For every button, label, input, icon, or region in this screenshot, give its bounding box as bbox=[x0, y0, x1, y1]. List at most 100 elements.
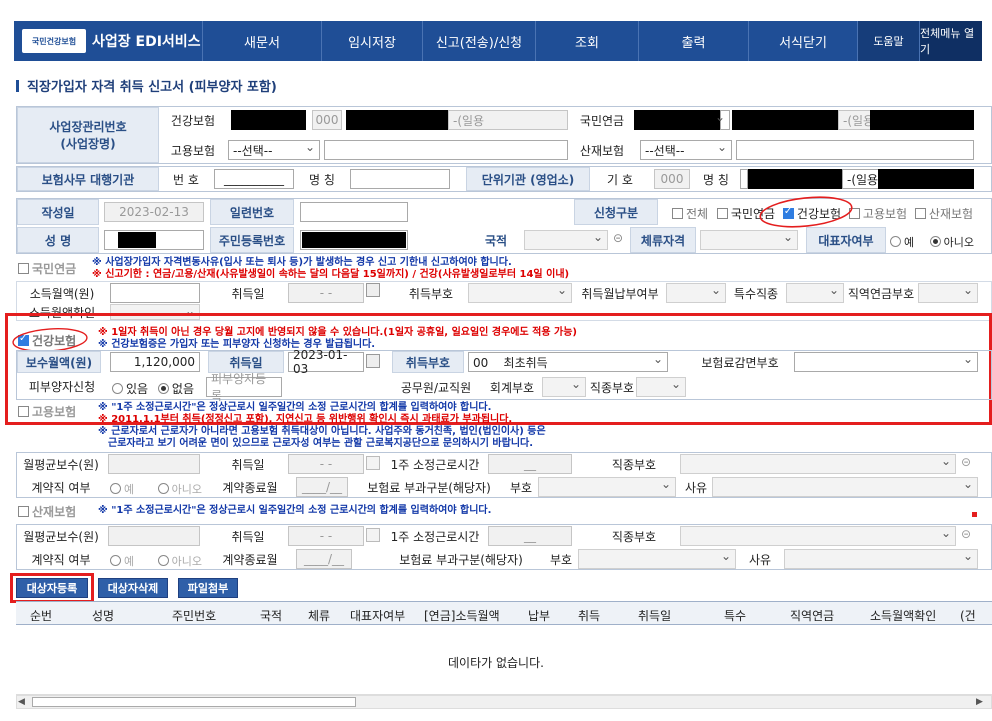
redacted-block bbox=[732, 110, 838, 130]
rep-yes-radio[interactable]: 예 bbox=[890, 236, 914, 249]
health-acq-date-input[interactable]: 2023-01-03 bbox=[288, 348, 364, 376]
employment-job-select[interactable] bbox=[680, 454, 956, 474]
accident-label: 산재보험 bbox=[579, 143, 625, 158]
accident-name-input[interactable] bbox=[736, 140, 974, 160]
all-menu-button[interactable]: 전체메뉴 열기 bbox=[919, 21, 982, 61]
col-nation[interactable]: 국적 bbox=[260, 607, 282, 624]
pension-occ-select[interactable] bbox=[918, 283, 978, 303]
col-rep[interactable]: 대표자여부 bbox=[350, 607, 405, 624]
employment-wage-input[interactable] bbox=[108, 454, 200, 474]
serial-input[interactable] bbox=[300, 202, 408, 222]
menu-submit[interactable]: 신고(전송)/신청 bbox=[422, 21, 535, 61]
col-confirm[interactable]: 소득월액확인 bbox=[870, 607, 936, 624]
unit-name-input[interactable] bbox=[740, 169, 748, 189]
menu-inquiry[interactable]: 조회 bbox=[535, 21, 638, 61]
accident-reason-select[interactable] bbox=[784, 549, 978, 569]
accident-job-select[interactable] bbox=[680, 526, 956, 546]
accident-select[interactable]: --선택-- bbox=[640, 140, 732, 160]
apply-all-checkbox[interactable]: 전체 bbox=[672, 207, 708, 221]
search-icon[interactable]: ⊝ bbox=[961, 527, 971, 541]
agency-num-input[interactable]: __________ bbox=[214, 169, 294, 189]
menu-temp-save[interactable]: 임시저장 bbox=[321, 21, 422, 61]
accident-contract-yes-radio[interactable]: 예 bbox=[110, 555, 134, 568]
col-occ[interactable]: 직역연금 bbox=[790, 607, 834, 624]
employment-code-select[interactable] bbox=[538, 477, 676, 497]
nation-select[interactable] bbox=[524, 230, 608, 250]
col-acq[interactable]: 취득 bbox=[578, 607, 600, 624]
health-num-input[interactable]: 000 bbox=[312, 110, 342, 130]
accident-end-input[interactable]: ____/__ bbox=[296, 549, 352, 569]
col-income[interactable]: [연금]소득월액 bbox=[424, 607, 500, 624]
delete-target-button[interactable]: 대상자삭제 bbox=[98, 578, 168, 598]
accident-acq-date-input[interactable]: - - bbox=[288, 526, 364, 546]
accident-section-header[interactable]: 산재보험 bbox=[18, 503, 76, 519]
redacted-block bbox=[346, 110, 448, 130]
rep-radios: 예 아니오 bbox=[890, 234, 974, 250]
scroll-right-icon[interactable]: ▶ bbox=[976, 697, 983, 707]
dependent-yes-radio[interactable]: 있음 bbox=[112, 382, 148, 396]
employment-end-input[interactable]: ____/__ bbox=[296, 477, 348, 497]
employment-section-header[interactable]: 고용보험 bbox=[18, 403, 76, 419]
pension-special-select[interactable] bbox=[786, 283, 844, 303]
col-health[interactable]: (건 bbox=[960, 607, 976, 624]
checkbox-icon bbox=[716, 208, 728, 219]
menu-close-form[interactable]: 서식닫기 bbox=[748, 21, 857, 61]
health-account-select[interactable] bbox=[542, 377, 586, 397]
calendar-icon[interactable] bbox=[366, 283, 380, 297]
calendar-icon[interactable] bbox=[366, 354, 380, 368]
col-stay[interactable]: 체류 bbox=[308, 607, 330, 624]
employment-select[interactable]: --선택-- bbox=[228, 140, 320, 160]
pension-pay-select[interactable] bbox=[666, 283, 726, 303]
scroll-left-icon[interactable]: ◀ bbox=[18, 697, 25, 707]
col-seq[interactable]: 순번 bbox=[30, 607, 52, 624]
apply-accident-checkbox[interactable]: 산재보험 bbox=[914, 207, 973, 221]
health-pay-input[interactable]: 1,120,000 bbox=[110, 352, 200, 372]
pension-income-input[interactable] bbox=[110, 283, 200, 303]
menu-new-document[interactable]: 새문서 bbox=[202, 21, 321, 61]
col-name[interactable]: 성명 bbox=[92, 607, 114, 624]
pension-acq-code-select[interactable] bbox=[468, 283, 572, 303]
accident-contract-no-radio[interactable]: 아니오 bbox=[157, 555, 202, 568]
scrollbar-thumb[interactable] bbox=[32, 697, 356, 707]
agency-name-input[interactable] bbox=[350, 169, 450, 189]
contract-no-radio[interactable]: 아니오 bbox=[157, 483, 202, 496]
register-target-button[interactable]: 대상자등록 bbox=[16, 578, 88, 598]
pension-section-header[interactable]: 국민연금 bbox=[18, 260, 76, 276]
pension-acq-date-input[interactable]: - - bbox=[288, 283, 364, 303]
search-icon[interactable]: ⊝ bbox=[613, 231, 623, 245]
logo[interactable]: 국민건강보험 사업장 EDI서비스 bbox=[14, 21, 202, 61]
apply-employment-checkbox[interactable]: 고용보험 bbox=[848, 207, 907, 221]
rep-no-radio[interactable]: 아니오 bbox=[929, 236, 974, 249]
health-dependent-label: 피부양자신청 bbox=[28, 379, 96, 394]
checkbox-icon bbox=[914, 208, 926, 219]
employment-name-input[interactable] bbox=[324, 140, 568, 160]
employment-hours-input[interactable]: __ bbox=[488, 454, 572, 474]
stay-select[interactable] bbox=[700, 230, 798, 250]
dependent-register-button[interactable]: 피부양자등록 bbox=[206, 372, 282, 403]
menu-print[interactable]: 출력 bbox=[638, 21, 748, 61]
employment-acq-date-input[interactable]: - - bbox=[288, 454, 364, 474]
date-input[interactable]: 2023-02-13 bbox=[104, 202, 204, 222]
employment-reason-select[interactable] bbox=[712, 477, 978, 497]
health-name-input[interactable]: -(일용 bbox=[448, 110, 568, 130]
attach-file-button[interactable]: 파일첨부 bbox=[178, 578, 238, 598]
accident-hours-input[interactable]: __ bbox=[488, 526, 572, 546]
pension-select[interactable] bbox=[715, 110, 730, 130]
health-acq-code-select[interactable]: 00 최초취득 bbox=[468, 352, 668, 372]
accident-code-select[interactable] bbox=[578, 549, 736, 569]
col-rrn[interactable]: 주민번호 bbox=[172, 607, 216, 624]
col-acq-date[interactable]: 취득일 bbox=[638, 607, 671, 624]
help-button[interactable]: 도움말 bbox=[857, 21, 919, 61]
dependent-no-radio[interactable]: 없음 bbox=[157, 382, 194, 396]
search-icon[interactable]: ⊝ bbox=[961, 455, 971, 469]
health-reduce-select[interactable] bbox=[794, 352, 978, 372]
health-job-select[interactable] bbox=[636, 377, 686, 397]
unit-code-input[interactable]: 000 bbox=[654, 169, 690, 189]
col-pay[interactable]: 납부 bbox=[528, 607, 550, 624]
accident-wage-input[interactable] bbox=[108, 526, 200, 546]
contract-yes-radio[interactable]: 예 bbox=[110, 483, 134, 496]
redacted-block bbox=[748, 169, 842, 189]
calendar-icon[interactable] bbox=[366, 456, 380, 470]
col-special[interactable]: 특수 bbox=[724, 607, 746, 624]
calendar-icon[interactable] bbox=[366, 528, 380, 542]
